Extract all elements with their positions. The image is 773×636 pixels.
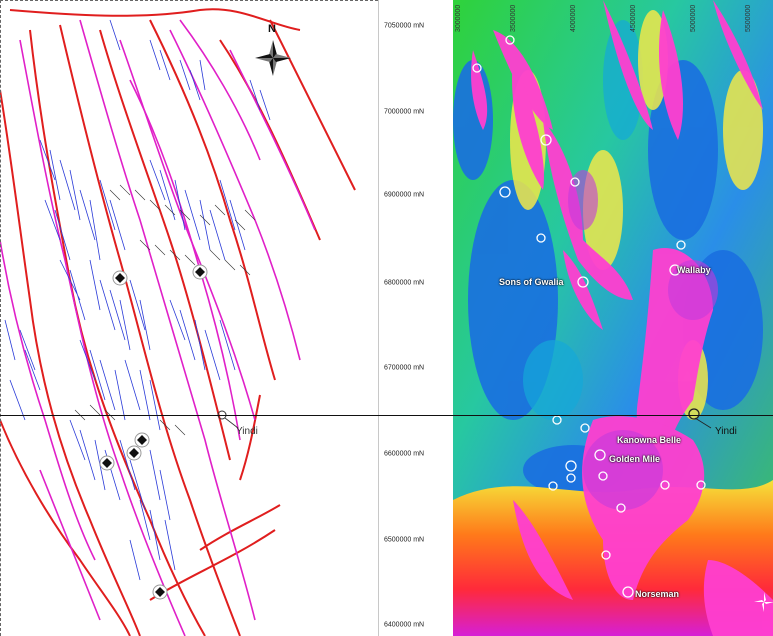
label-norseman: Norseman bbox=[635, 589, 680, 599]
section-line bbox=[0, 415, 773, 416]
mine-diamond-icon bbox=[134, 432, 150, 448]
north-arrow-icon bbox=[255, 40, 291, 76]
easting-label: 5500000 bbox=[745, 4, 752, 32]
frame-dash-top bbox=[0, 0, 378, 2]
easting-label: 4500000 bbox=[630, 4, 637, 32]
label-kanowna-belle: Kanowna Belle bbox=[617, 435, 682, 445]
northing-label: 6500000 mN bbox=[384, 536, 425, 544]
label-golden-mile: Golden Mile bbox=[609, 454, 661, 464]
major-faults bbox=[0, 8, 356, 636]
mine-diamond-icon bbox=[99, 455, 115, 471]
label-wallaby: Wallaby bbox=[677, 265, 711, 275]
magnetic-image-svg bbox=[453, 0, 773, 636]
easting-label: 5000000 bbox=[690, 4, 697, 32]
easting-label: 4000000 bbox=[570, 4, 577, 32]
mine-diamond-icon bbox=[112, 270, 128, 286]
lineaments bbox=[4, 19, 271, 581]
magnetic-anomaly-panel: Sons of Gwalia Wallaby Kanowna Belle Gol… bbox=[453, 0, 773, 636]
north-label: N bbox=[268, 23, 276, 35]
easting-label: 3000000 bbox=[455, 4, 462, 32]
mine-diamond-icon bbox=[126, 445, 142, 461]
northing-label: 6600000 mN bbox=[384, 450, 425, 458]
northing-label: 6700000 mN bbox=[384, 364, 425, 372]
label-yindi: Yindi bbox=[715, 426, 737, 437]
northing-label: 7000000 mN bbox=[384, 108, 425, 116]
easting-label: 3500000 bbox=[510, 4, 517, 32]
northing-label: 7050000 mN bbox=[384, 22, 425, 30]
northing-label: 6900000 mN bbox=[384, 191, 425, 199]
northing-label: 6800000 mN bbox=[384, 279, 425, 287]
yindi-label-left: Yindi bbox=[236, 426, 258, 437]
mine-diamond-icon bbox=[192, 264, 208, 280]
frame-dash-left bbox=[0, 0, 2, 636]
structure-map-svg bbox=[0, 8, 356, 636]
mine-markers bbox=[99, 264, 208, 600]
label-sons-of-gwalia: Sons of Gwalia bbox=[499, 277, 564, 287]
structural-interpretation-panel: N Yindi bbox=[0, 0, 378, 636]
mine-diamond-icon bbox=[152, 584, 168, 600]
northing-label: 6400000 mN bbox=[384, 621, 425, 629]
